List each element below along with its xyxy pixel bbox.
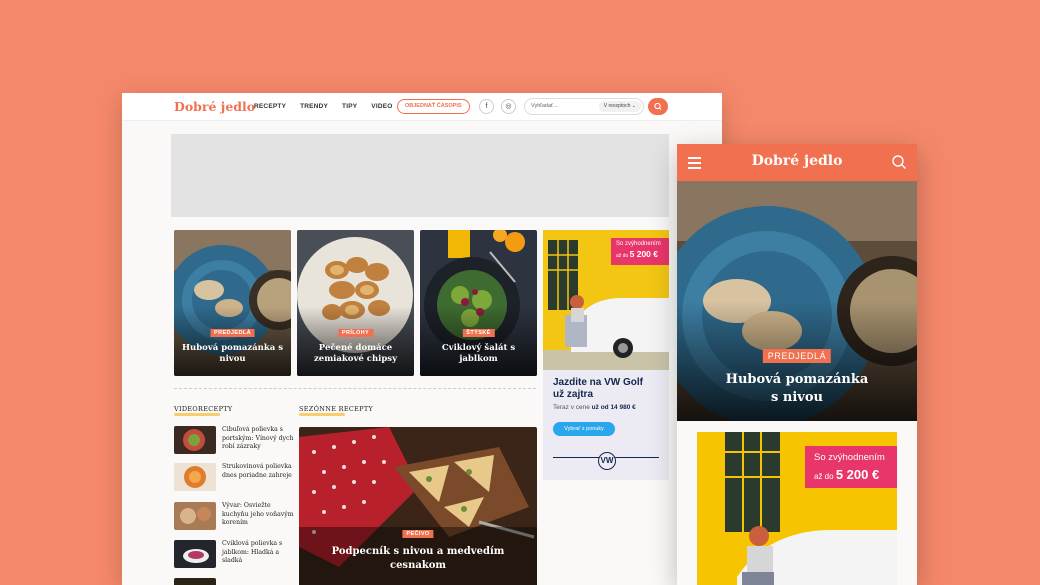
promo-amount-line: až do 5 200 € bbox=[616, 249, 664, 259]
search-placeholder: Vyhľadať... bbox=[531, 103, 558, 109]
video-thumbnail bbox=[174, 502, 216, 530]
promo-amount: 5 200 € bbox=[629, 249, 658, 259]
mobile-site-logo[interactable]: Dobré jedlo bbox=[677, 153, 917, 169]
card-title[interactable]: Pečené domáce zemiakové chipsy bbox=[303, 343, 408, 365]
promo-prefix: až do bbox=[616, 253, 629, 259]
main-nav: RECEPTY TRENDY TIPY VIDEO bbox=[254, 103, 393, 110]
desktop-browser-window: Dobré jedlo RECEPTY TRENDY TIPY VIDEO OB… bbox=[122, 93, 722, 585]
promo-amount-line: až do 5 200 € bbox=[814, 467, 888, 482]
video-thumbnail bbox=[174, 578, 216, 585]
seasonal-recipes-heading: SEZÓNNE RECEPTY bbox=[299, 405, 374, 416]
instagram-icon[interactable]: ◎ bbox=[501, 99, 516, 114]
promo-text: So zvýhodnením bbox=[616, 241, 661, 247]
search-button[interactable] bbox=[648, 98, 668, 115]
promo-text: So zvýhodnením bbox=[814, 452, 885, 463]
ad-price-line: Teraz v cene už od 14 980 € bbox=[553, 404, 636, 411]
search-icon bbox=[654, 102, 662, 110]
nav-item-trendy[interactable]: TRENDY bbox=[300, 103, 328, 110]
banner-ad-placeholder[interactable] bbox=[171, 134, 669, 217]
search-input[interactable]: Vyhľadať... V receptoch ⌄ bbox=[524, 98, 644, 115]
section-divider bbox=[174, 388, 536, 389]
vw-banner-ad[interactable]: So zvýhodnením až do 5 200 € Jazdite na … bbox=[543, 230, 669, 480]
vw-logo-icon: VW bbox=[598, 452, 616, 470]
mobile-vw-banner-ad[interactable]: So zvýhodnením až do 5 200 € bbox=[697, 432, 897, 585]
category-badge: PREDJEDLÁ bbox=[762, 349, 832, 363]
facebook-icon[interactable]: f bbox=[479, 99, 494, 114]
search-icon[interactable] bbox=[891, 154, 907, 170]
video-recipe-item[interactable]: Cibuľová polievka s portským: Vínový dyc… bbox=[174, 426, 294, 456]
hero-title[interactable]: Hubová pomazánka s nivou bbox=[677, 371, 917, 407]
category-badge: PRÍLOHY bbox=[337, 329, 374, 337]
site-logo[interactable]: Dobré jedlo bbox=[174, 99, 255, 114]
mobile-hero-card[interactable]: PREDJEDLÁ Hubová pomazánka s nivou bbox=[677, 181, 917, 421]
price-prefix: Teraz v cene bbox=[553, 404, 590, 411]
card-title[interactable]: Podpecník s nivou a medvedím cesnakom bbox=[319, 545, 517, 573]
recipe-card[interactable]: ŠTÝSKÉ Cviklový šalát s jablkom bbox=[420, 230, 537, 376]
recipe-card[interactable]: PREDJEDLÁ Hubová pomazánka s nivou bbox=[174, 230, 291, 376]
video-recipes-heading: VIDEORECEPTY bbox=[174, 405, 233, 416]
video-recipe-title[interactable]: Cviklová polievka s jablkom: Hladká a sl… bbox=[222, 540, 296, 566]
nav-item-video[interactable]: VIDEO bbox=[371, 103, 392, 110]
video-recipe-item[interactable]: Cviklová polievka s jablkom: Hladká a sl… bbox=[174, 540, 294, 570]
nav-item-tipy[interactable]: TIPY bbox=[342, 103, 357, 110]
video-recipe-title[interactable]: Cibuľová polievka s portským: Vínový dyc… bbox=[222, 426, 296, 452]
ad-headline: Jazdite na VW Golf už zajtra bbox=[553, 377, 644, 400]
subscribe-button[interactable]: OBJEDNAŤ ČASOPIS bbox=[397, 99, 470, 114]
category-badge: PEČIVO bbox=[402, 530, 434, 538]
mobile-device-window: Dobré jedlo PREDJEDLÁ Hubová pomazánka s… bbox=[677, 144, 917, 585]
image-gradient bbox=[420, 306, 537, 376]
video-recipe-item[interactable]: Vývar: Osviežte kuchyňu jeho voňavým kor… bbox=[174, 502, 294, 532]
video-thumbnail bbox=[174, 540, 216, 568]
mobile-header: Dobré jedlo bbox=[677, 144, 917, 181]
image-gradient bbox=[174, 306, 291, 376]
video-recipe-item[interactable]: Strukovinová polievka dnes poriadne zahr… bbox=[174, 463, 294, 493]
promo-amount: 5 200 € bbox=[835, 467, 880, 482]
video-recipe-item[interactable] bbox=[174, 578, 294, 585]
nav-item-recepty[interactable]: RECEPTY bbox=[254, 103, 286, 110]
search-scope-select[interactable]: V receptoch ⌄ bbox=[598, 101, 641, 112]
ad-cta-button[interactable]: Vybrať z ponuky bbox=[553, 422, 615, 436]
category-badge: ŠTÝSKÉ bbox=[462, 329, 495, 337]
card-title[interactable]: Hubová pomazánka s nivou bbox=[180, 343, 285, 365]
seasonal-recipe-card[interactable]: PEČIVO Podpecník s nivou a medvedím cesn… bbox=[299, 427, 537, 585]
promo-prefix: až do bbox=[814, 472, 834, 481]
video-thumbnail bbox=[174, 463, 216, 491]
site-header: Dobré jedlo RECEPTY TRENDY TIPY VIDEO OB… bbox=[122, 93, 722, 121]
category-badge: PREDJEDLÁ bbox=[210, 329, 255, 337]
recipe-card[interactable]: PRÍLOHY Pečené domáce zemiakové chipsy bbox=[297, 230, 414, 376]
price-value: už od 14 980 € bbox=[591, 404, 636, 411]
ad-promo-box: So zvýhodnením až do 5 200 € bbox=[611, 238, 669, 265]
video-recipe-title[interactable]: Vývar: Osviežte kuchyňu jeho voňavým kor… bbox=[222, 502, 296, 528]
video-recipe-title[interactable]: Strukovinová polievka dnes poriadne zahr… bbox=[222, 463, 296, 480]
image-gradient bbox=[297, 306, 414, 376]
ad-promo-box: So zvýhodnením až do 5 200 € bbox=[805, 446, 897, 488]
card-title[interactable]: Cviklový šalát s jablkom bbox=[426, 343, 531, 365]
video-thumbnail bbox=[174, 426, 216, 454]
